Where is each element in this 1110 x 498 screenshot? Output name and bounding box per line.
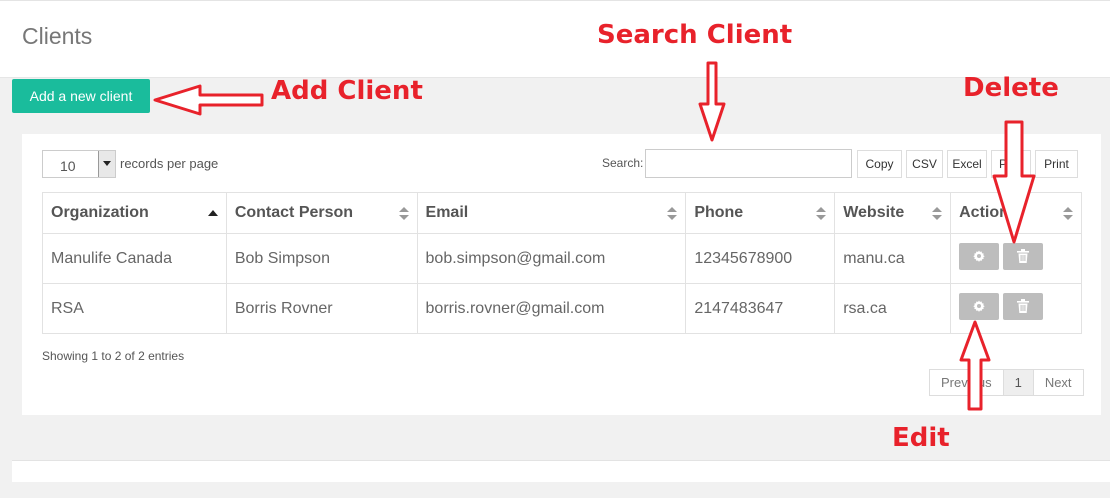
delete-annotation-arrow	[992, 120, 1036, 244]
add-annotation-label: Add Client	[271, 76, 423, 106]
edit-annotation-arrow	[959, 320, 991, 411]
edit-annotation-label: Edit	[892, 423, 950, 453]
search-annotation-label: Search Client	[597, 20, 793, 50]
delete-annotation-label: Delete	[963, 73, 1059, 103]
add-annotation-arrow	[153, 84, 264, 116]
search-annotation-arrow	[698, 61, 726, 142]
